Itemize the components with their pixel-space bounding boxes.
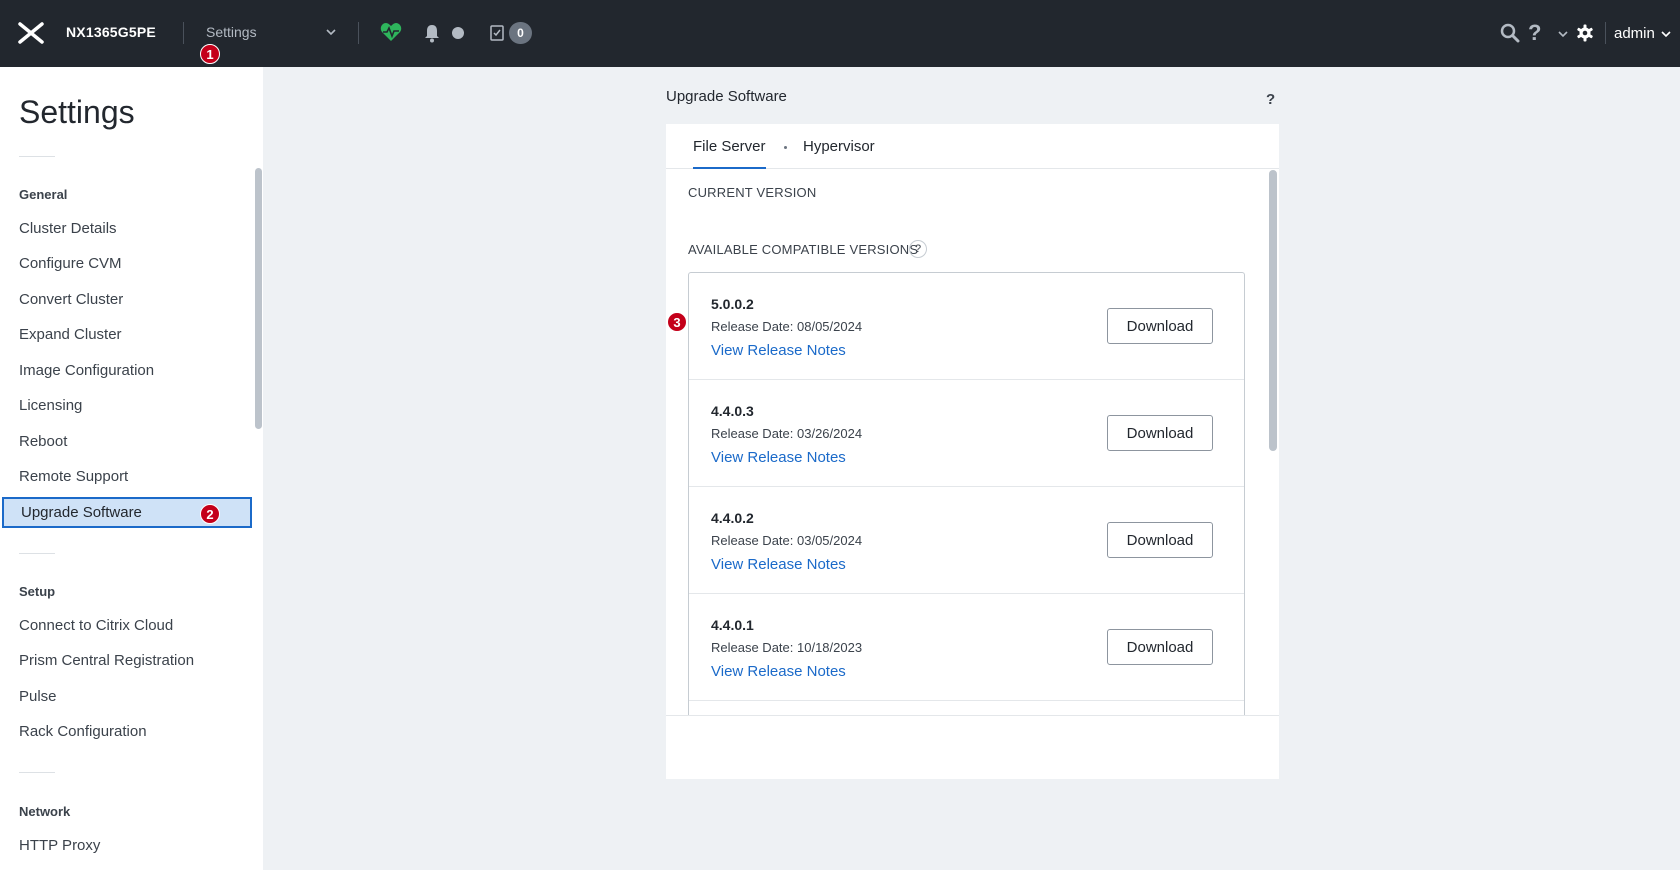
version-number: 4.4.0.1: [711, 617, 754, 633]
release-date: Release Date: 08/05/2024: [711, 319, 863, 334]
task-count-badge[interactable]: 0: [509, 22, 532, 44]
sidebar-item-prism-central-registration[interactable]: Prism Central Registration: [19, 652, 194, 672]
sidebar-item-remote-support[interactable]: Remote Support: [19, 468, 128, 488]
list-item: 4.4.0.3 Release Date: 03/26/2024 View Re…: [689, 380, 1244, 487]
user-menu[interactable]: admin: [1614, 25, 1671, 42]
annotation-marker-3: 3: [667, 312, 687, 332]
section-network: Network: [19, 804, 71, 819]
view-release-notes-link[interactable]: View Release Notes: [711, 449, 846, 466]
divider: [358, 22, 359, 44]
divider: [666, 715, 1279, 716]
nutanix-logo-icon[interactable]: [18, 22, 44, 44]
tab-bar: File Server Hypervisor: [666, 124, 1279, 169]
user-name: admin: [1614, 25, 1655, 42]
sidebar-item-label: Upgrade Software: [21, 504, 142, 521]
tab-hypervisor[interactable]: Hypervisor: [803, 138, 875, 155]
list-item: 4.4.0.1 Release Date: 10/18/2023 View Re…: [689, 594, 1244, 701]
versions-list: 5.0.0.2 Release Date: 08/05/2024 View Re…: [688, 272, 1245, 715]
section-setup: Setup: [19, 584, 56, 599]
sidebar-item-configure-cvm[interactable]: Configure CVM: [19, 255, 122, 275]
download-button[interactable]: Download: [1107, 308, 1213, 344]
sidebar-item-reboot[interactable]: Reboot: [19, 433, 67, 453]
view-release-notes-link[interactable]: View Release Notes: [711, 556, 846, 573]
divider: [183, 22, 184, 44]
sidebar-item-pulse[interactable]: Pulse: [19, 688, 57, 708]
tab-file-server[interactable]: File Server: [693, 138, 766, 169]
panel-scrollbar[interactable]: [1269, 170, 1277, 451]
download-button[interactable]: Download: [1107, 415, 1213, 451]
alert-dot-icon[interactable]: [452, 27, 464, 39]
annotation-marker-1: 1: [200, 44, 220, 64]
settings-sidebar: Settings General Cluster Details Configu…: [0, 67, 263, 870]
sidebar-title: Settings: [19, 94, 135, 130]
divider: [19, 553, 55, 554]
list-item: 5.0.0.2 Release Date: 08/05/2024 View Re…: [689, 273, 1244, 380]
chevron-down-icon: [326, 29, 336, 36]
version-number: 4.4.0.2: [711, 510, 754, 526]
download-button[interactable]: Download: [1107, 522, 1213, 558]
annotation-marker-2: 2: [200, 504, 220, 524]
main-menu-label: Settings: [206, 24, 257, 40]
gear-icon[interactable]: [1576, 24, 1594, 42]
help-icon[interactable]: ?: [1528, 20, 1541, 46]
sidebar-item-licensing[interactable]: Licensing: [19, 397, 82, 417]
list-item: 4.4.0.2 Release Date: 03/05/2024 View Re…: [689, 487, 1244, 594]
sidebar-item-convert-cluster[interactable]: Convert Cluster: [19, 291, 123, 311]
chevron-down-icon[interactable]: [1557, 28, 1569, 40]
chevron-down-icon: [1661, 31, 1671, 38]
question-icon[interactable]: ?: [909, 240, 927, 258]
search-icon[interactable]: [1500, 23, 1520, 43]
available-versions-label: AVAILABLE COMPATIBLE VERSIONS: [688, 242, 919, 257]
divider: [19, 772, 55, 773]
download-button[interactable]: Download: [1107, 629, 1213, 665]
release-date: Release Date: 10/18/2023: [711, 640, 863, 655]
cluster-name: NX1365G5PE: [66, 24, 156, 40]
bell-icon[interactable]: [423, 23, 441, 43]
sidebar-item-cluster-details[interactable]: Cluster Details: [19, 220, 117, 240]
sidebar-scrollbar[interactable]: [255, 168, 262, 429]
divider: [1605, 22, 1606, 44]
health-heart-icon[interactable]: [380, 22, 402, 42]
view-release-notes-link[interactable]: View Release Notes: [711, 342, 846, 359]
top-navigation-bar: NX1365G5PE Settings 1 0 ? admin: [0, 0, 1680, 67]
section-general: General: [19, 187, 68, 202]
release-date: Release Date: 03/26/2024: [711, 426, 863, 441]
sidebar-item-connect-citrix-cloud[interactable]: Connect to Citrix Cloud: [19, 617, 173, 637]
version-number: 4.4.0.3: [711, 403, 754, 419]
main-menu-dropdown[interactable]: Settings: [206, 24, 338, 44]
view-release-notes-link[interactable]: View Release Notes: [711, 663, 846, 680]
help-icon[interactable]: ?: [1266, 91, 1275, 108]
sidebar-item-expand-cluster[interactable]: Expand Cluster: [19, 326, 122, 346]
upgrade-panel: File Server Hypervisor CURRENT VERSION A…: [666, 124, 1279, 779]
version-number: 5.0.0.2: [711, 296, 754, 312]
release-date: Release Date: 03/05/2024: [711, 533, 863, 548]
sidebar-item-rack-configuration[interactable]: Rack Configuration: [19, 723, 147, 743]
tab-separator: [784, 146, 787, 149]
divider: [19, 156, 55, 157]
page-title: Upgrade Software: [666, 88, 787, 105]
sidebar-item-image-configuration[interactable]: Image Configuration: [19, 362, 154, 382]
current-version-label: CURRENT VERSION: [688, 185, 817, 200]
sidebar-item-http-proxy[interactable]: HTTP Proxy: [19, 837, 100, 857]
task-icon[interactable]: [490, 25, 504, 41]
